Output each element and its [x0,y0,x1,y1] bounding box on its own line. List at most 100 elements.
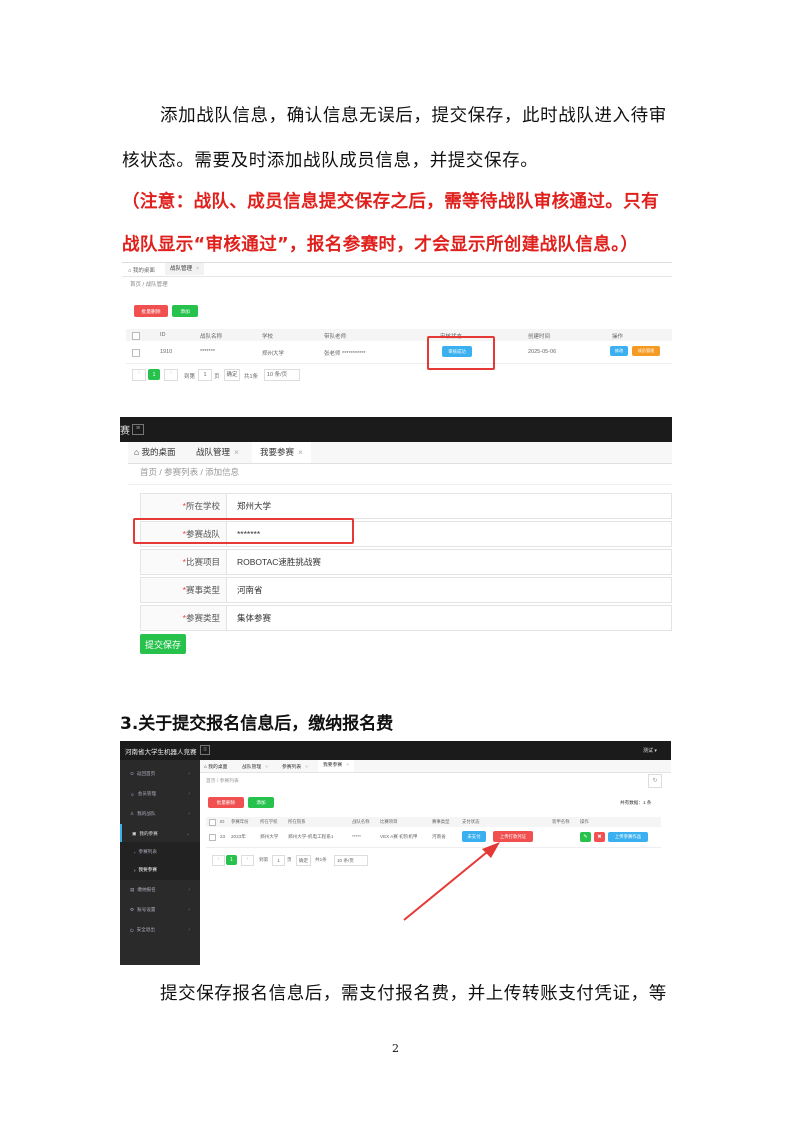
per-page-select[interactable]: 10 条/页 [334,855,368,866]
tab-bar: ⌂ 我的桌面 战队管理 × 参赛列表 × 我要参赛 × [200,760,671,773]
page-unit: 页 [287,857,292,862]
menu-toggle-icon[interactable]: ≡ [132,424,144,435]
cell-id: 23 [220,834,226,839]
field-label: 赛事类型 [185,585,220,595]
total-count: 共1条 [244,374,259,380]
current-page[interactable]: 1 [148,369,160,380]
user-menu[interactable]: 测试 ▾ [643,747,657,754]
tab-join-contest[interactable]: 我要参赛 × [252,442,311,463]
table-header: ID 参赛年份 所在学校 所在院系 战队名称 比赛项目 赛事类型 支付状态 装甲… [206,817,661,827]
menu-toggle-icon[interactable]: ≡ [200,745,210,755]
column-header: 战队名称 [200,334,223,340]
field-label: 所在学校 [185,501,220,511]
tab-desktop[interactable]: ⌂ 我的桌面 [128,266,155,274]
column-header: 战队名称 [352,819,370,824]
page-input[interactable]: 1 [198,369,212,381]
tab-desktop[interactable]: ⌂ 我的桌面 [204,763,227,770]
brand-title: 赛 [120,426,130,437]
cell-dept: 郑州大学-机电工程系1 [288,834,334,839]
column-header: 所在学校 [260,819,278,824]
prev-page-button[interactable]: ‹ [212,855,225,866]
table-header: ID 战队名称 学校 带队老师 审核状态 创建时间 操作 [126,329,672,341]
section-heading: 3.关于提交报名信息后，缴纳报名费 [120,714,394,734]
sidebar-item-payment[interactable]: ▤ 缴纳报名 › [120,880,200,900]
column-header: 支付状态 [462,819,480,824]
field-label: 参赛类型 [185,613,220,623]
paragraph-line: 添加战队信息，确认信息无误后，提交保存，此时战队进入待审 [160,106,667,126]
school-input[interactable]: 郑州大学 [237,494,271,518]
paragraph-line: 提交保存报名信息后，需支付报名费，并上传转账支付凭证，等 [160,984,667,1004]
sidebar-subitem-join-contest[interactable]: › 我要参赛 [120,860,200,880]
top-bar: 赛 ≡ [120,417,672,442]
prev-page-button[interactable]: ‹ [132,369,146,381]
cell-school: 郑州大学 [262,351,285,357]
edit-button[interactable]: 修改 [610,346,628,356]
batch-delete-button[interactable]: 批量删除 [134,305,168,317]
column-header: 创建时间 [528,334,551,340]
add-button[interactable]: 添加 [172,305,198,317]
form-row-entry-type: * 参赛类型 集体参赛 [140,605,672,631]
confirm-button[interactable]: 确定 [224,369,240,381]
field-label: 比赛项目 [185,557,220,567]
table-row: 1910 ******* 郑州大学 张老师 *********** 审核成功 2… [126,341,672,364]
sidebar-subitem-contest-list[interactable]: › 参赛列表 [120,842,200,862]
confirm-button[interactable]: 确定 [296,855,311,866]
select-all-checkbox[interactable] [132,332,140,340]
form-row-project: * 比赛项目 ROBOTAC速胜挑战赛 [140,549,672,575]
tab-team-manage[interactable]: 战队管理 × [165,263,205,275]
page-input[interactable]: 1 [272,855,285,866]
sidebar-item-logout[interactable]: ⏻ 安全退出 › [120,920,200,940]
cell-school: 郑州大学 [260,834,279,839]
member-manage-button[interactable]: 成员管理 [632,346,660,356]
tab-bar: ⌂ 我的桌面 战队管理 × 我要参赛 × [128,442,672,464]
sidebar-item-account[interactable]: ⚙ 账号设置 › [120,900,200,920]
row-checkbox[interactable] [209,834,216,841]
app-title: 河南省大学生机器人竞赛 [125,749,197,756]
goto-label: 到第 [184,374,196,380]
cell-team-name: ******* [200,349,215,355]
event-type-input[interactable]: 河南省 [237,578,263,602]
sidebar-item-my-contest[interactable]: ▣ 我的参赛 ⌄ [120,824,200,844]
column-header: 学校 [262,334,274,340]
sidebar-item-my-team[interactable]: ♙ 我的战队 › [120,804,200,824]
note-line: （注意：战队、成员信息提交保存之后，需等待战队审核通过。只有 [122,192,659,212]
page-number: 2 [392,1042,399,1055]
project-input[interactable]: ROBOTAC速胜挑战赛 [237,550,321,574]
tab-team-manage[interactable]: 战队管理 × [196,446,239,458]
submit-save-button[interactable]: 提交保存 [140,634,186,654]
tab-contest-list[interactable]: 参赛列表 × [282,763,308,770]
total-data: 共有数据：1 条 [620,800,652,805]
tab-team-manage[interactable]: 战队管理 × [242,763,268,770]
breadcrumb: 首页 / 参赛列表 [206,779,239,784]
sidebar-item-home[interactable]: ⊙ 返回首页 › [120,764,200,784]
next-page-button[interactable]: › [164,369,178,381]
column-header: 比赛项目 [380,819,398,824]
delete-icon[interactable]: ✖ [594,832,605,842]
batch-delete-button[interactable]: 批量删除 [208,797,244,808]
column-header: 操作 [580,819,589,824]
column-header: 带队老师 [324,334,347,340]
page-unit: 页 [214,374,220,380]
column-header: 所在院系 [288,819,306,824]
entry-type-input[interactable]: 集体参赛 [237,606,271,630]
next-page-button[interactable]: › [241,855,254,866]
edit-icon[interactable]: ✎ [580,832,591,842]
add-button[interactable]: 添加 [248,797,274,808]
current-page[interactable]: 1 [226,855,237,865]
cell-team: ***** [352,834,361,839]
pager: ‹ 1 › 到第 1 页 确定 共1条 10 条/页 [212,855,412,867]
column-header: ID [160,332,166,338]
column-header: 装甲名称 [552,819,570,824]
tab-join-contest[interactable]: 我要参赛 × [318,760,355,772]
refresh-icon[interactable]: ↻ [648,774,662,788]
per-page-select[interactable]: 10 条/页 [264,369,300,381]
sidebar-item-members[interactable]: ☺ 会员管理 › [120,784,200,804]
upload-work-button[interactable]: 上传参赛作品 [608,832,648,842]
select-all-checkbox[interactable] [209,819,216,826]
goto-label: 到第 [259,857,269,862]
cell-id: 1910 [160,349,173,355]
tab-desktop[interactable]: ⌂ 我的桌面 [134,446,176,458]
screenshot-team-list: ⌂ 我的桌面 战队管理 × 首页 / 战队管理 批量删除 添加 ID 战队名称 学… [122,262,672,405]
column-header: 赛事类型 [432,819,450,824]
row-checkbox[interactable] [132,349,140,357]
